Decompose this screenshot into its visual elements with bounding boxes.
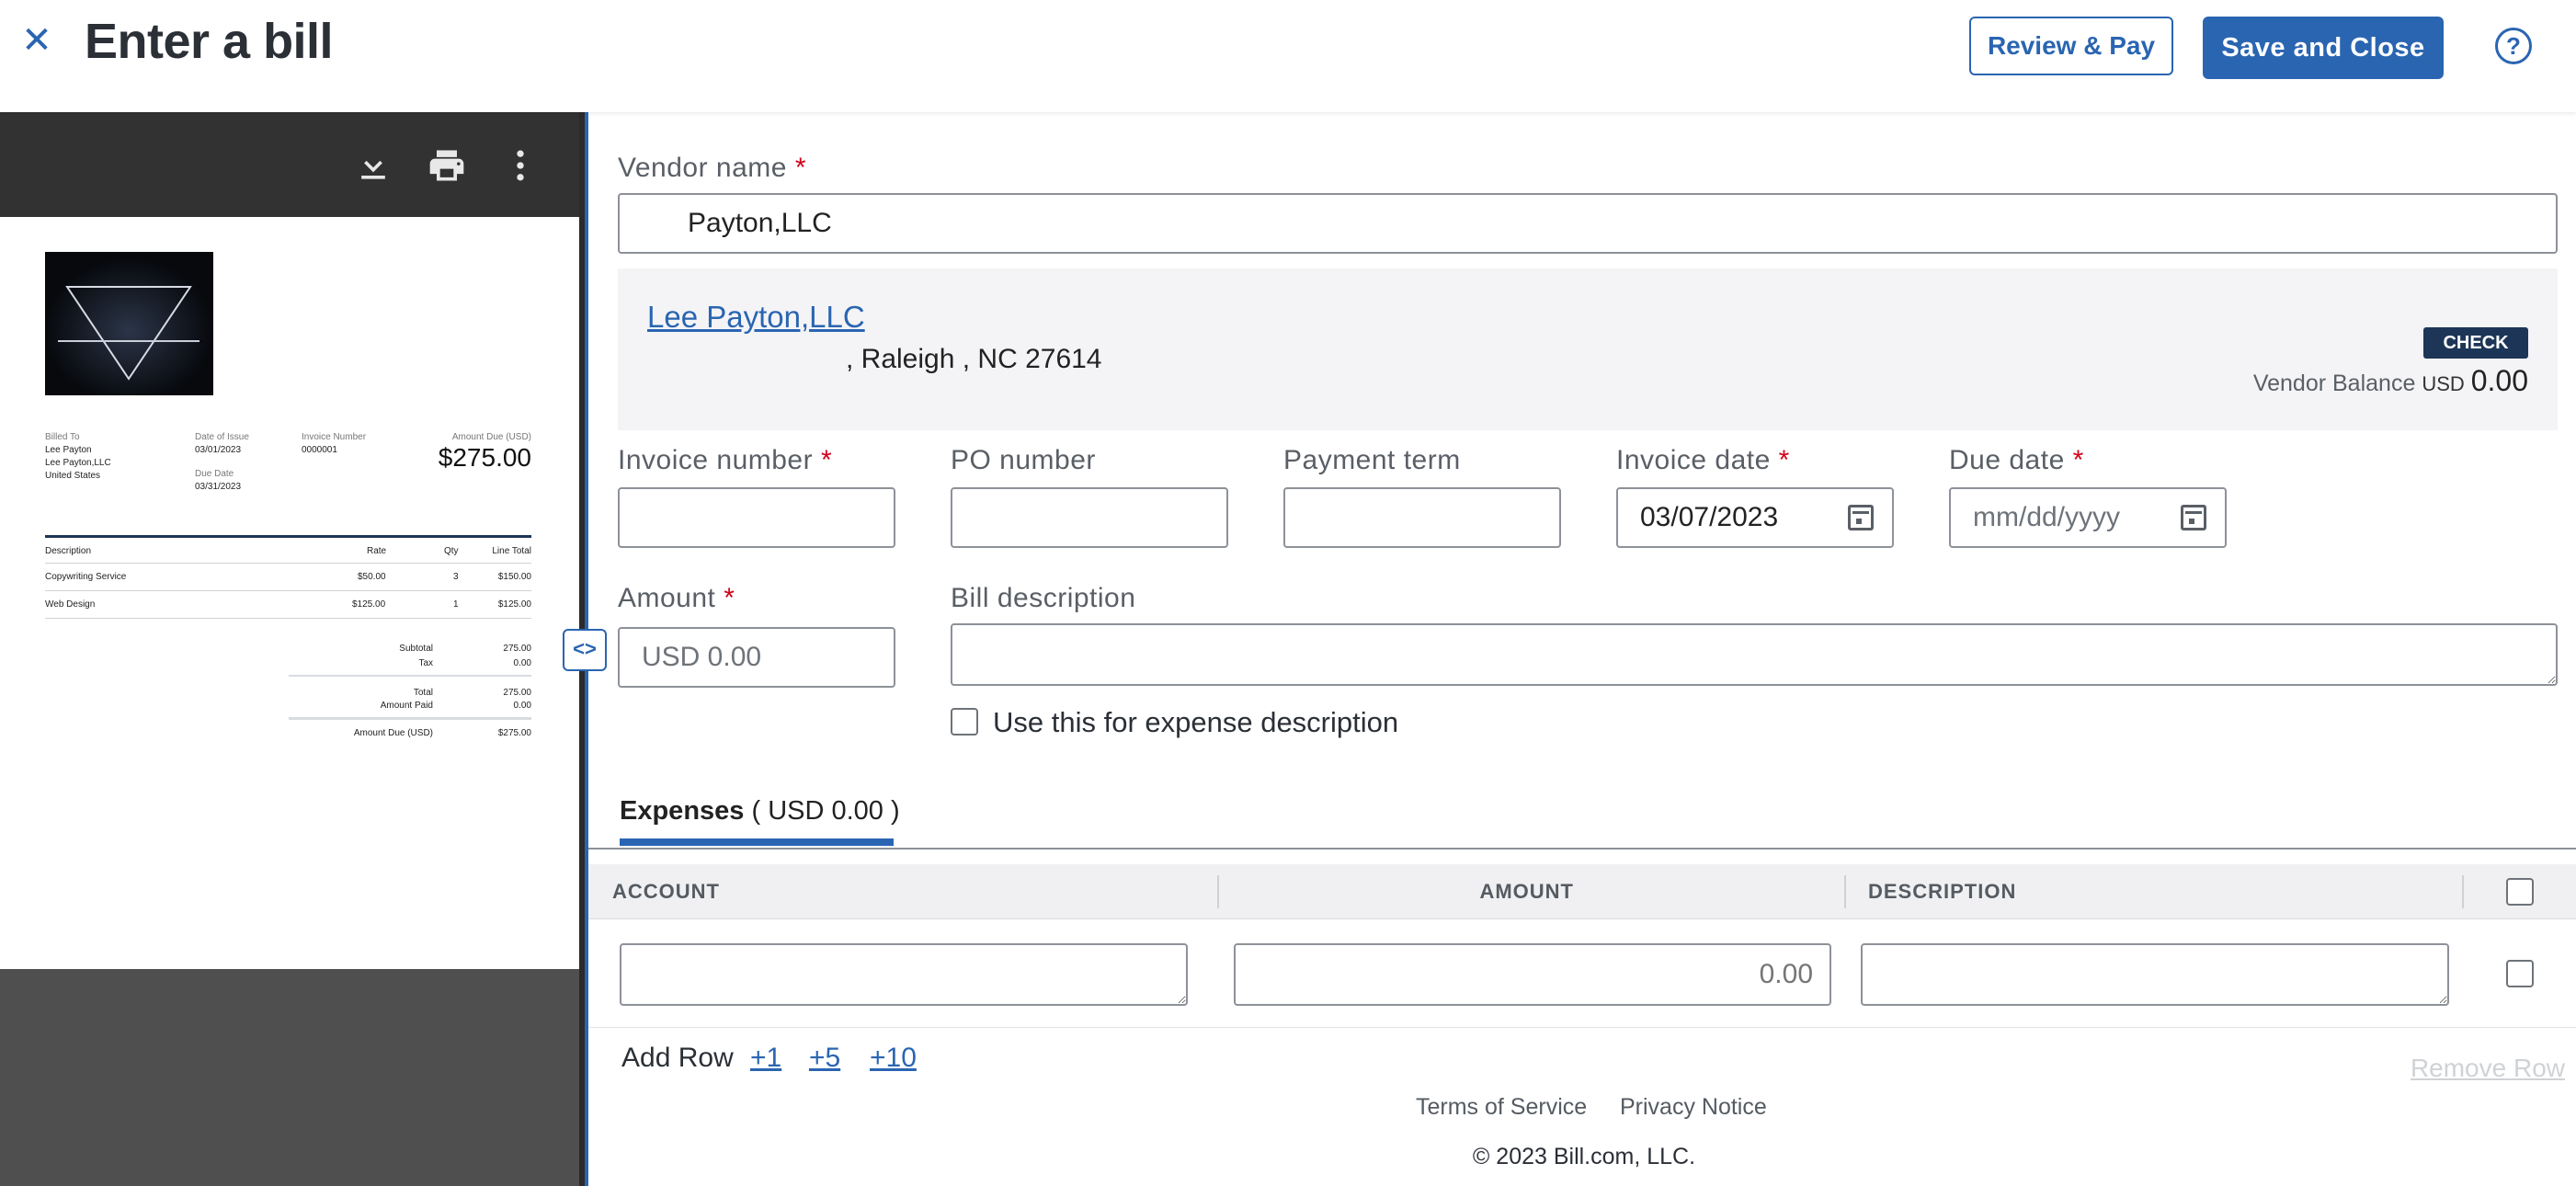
add-5-rows-link[interactable]: +5 — [809, 1043, 840, 1074]
column-description: DESCRIPTION — [1868, 880, 2017, 903]
use-for-expense-label: Use this for expense description — [993, 706, 1399, 738]
calendar-icon[interactable] — [1848, 505, 1874, 530]
close-icon[interactable]: ✕ — [17, 20, 57, 61]
date-of-issue: 03/01/2023 — [195, 445, 242, 455]
expenses-table-header: ACCOUNT AMOUNT DESCRIPTION — [588, 864, 2576, 919]
review-pay-button[interactable]: Review & Pay — [1969, 17, 2173, 75]
copyright: © 2023 Bill.com, LLC. — [1472, 1144, 1696, 1169]
viewer-toolbar — [0, 112, 585, 217]
expense-description-input[interactable] — [1861, 943, 2449, 1006]
invoice-number-label: Invoice Number — [302, 432, 367, 442]
remove-row-link[interactable]: Remove Row — [2411, 1054, 2565, 1083]
more-options-icon[interactable] — [500, 145, 541, 186]
calendar-icon[interactable] — [2181, 505, 2206, 530]
billed-to-line: United States — [45, 471, 101, 481]
billed-to-line: Lee Payton — [45, 445, 92, 455]
help-icon[interactable]: ? — [2495, 28, 2532, 64]
billed-to-line: Lee Payton,LLC — [45, 458, 111, 468]
due-date-label: Due Date — [195, 469, 234, 479]
vendor-card: Lee Payton,LLC , Raleigh , NC 27614 CHEC… — [618, 268, 2558, 430]
use-for-expense-checkbox[interactable] — [951, 708, 978, 736]
terms-of-service-link[interactable]: Terms of Service — [1416, 1094, 1587, 1121]
bill-form: Vendor name * Lee Payton,LLC , Raleigh ,… — [585, 112, 2576, 1186]
column-amount: AMOUNT — [1479, 880, 1574, 903]
account-input[interactable] — [620, 943, 1188, 1006]
page-title: Enter a bill — [85, 14, 334, 69]
invoice-number-input[interactable] — [618, 487, 895, 548]
due-date: 03/31/2023 — [195, 482, 242, 492]
vendor-name-label: Vendor name * — [618, 153, 806, 183]
amount-label: Amount * — [618, 583, 735, 613]
invoice-number: 0000001 — [302, 445, 337, 455]
bill-description-label: Bill description — [951, 583, 1136, 613]
save-and-close-button[interactable]: Save and Close — [2203, 17, 2444, 79]
select-all-checkbox[interactable] — [2506, 878, 2534, 906]
date-of-issue-label: Date of Issue — [195, 432, 249, 442]
page-header: ✕ Enter a bill Review & Pay Save and Clo… — [0, 0, 2576, 112]
bill-description-input[interactable] — [951, 623, 2558, 686]
company-logo — [45, 252, 213, 395]
add-10-rows-link[interactable]: +10 — [870, 1043, 917, 1074]
download-icon[interactable] — [353, 145, 393, 186]
payment-term-input[interactable] — [1283, 487, 1561, 548]
amount-input[interactable] — [618, 627, 895, 688]
po-number-label: PO number — [951, 445, 1096, 475]
print-icon[interactable] — [427, 145, 467, 186]
vendor-address: , Raleigh , NC 27614 — [846, 344, 1102, 374]
amount-due-value: $275.00 — [438, 443, 531, 472]
amount-due-label: Amount Due (USD) — [451, 432, 531, 442]
row-select-checkbox[interactable] — [2506, 960, 2534, 987]
billed-to-label: Billed To — [45, 432, 80, 442]
expense-amount-input[interactable] — [1234, 943, 1831, 1006]
split-resize-handle[interactable]: <> — [563, 629, 607, 671]
add-1-row-link[interactable]: +1 — [750, 1043, 781, 1074]
tab-expenses[interactable]: Expenses ( USD 0.00 ) — [620, 796, 900, 844]
document-viewer: Billed To Lee Payton Lee Payton,LLC Unit… — [0, 112, 585, 1186]
vendor-balance: Vendor Balance USD 0.00 — [2252, 364, 2528, 397]
payment-term-label: Payment term — [1283, 445, 1461, 475]
payment-method-badge: CHECK — [2423, 327, 2528, 359]
active-tab-indicator — [620, 838, 894, 846]
invoice-preview: Billed To Lee Payton Lee Payton,LLC Unit… — [0, 217, 579, 969]
add-row-label: Add Row — [621, 1043, 734, 1073]
invoice-divider — [45, 535, 531, 538]
due-date-label: Due date * — [1949, 445, 2084, 475]
table-row — [588, 919, 2576, 1028]
vendor-name-input[interactable] — [618, 193, 2558, 254]
privacy-notice-link[interactable]: Privacy Notice — [1620, 1094, 1767, 1121]
invoice-number-label: Invoice number * — [618, 445, 833, 475]
vendor-name-link[interactable]: Lee Payton,LLC — [647, 300, 865, 335]
invoice-date-label: Invoice date * — [1616, 445, 1790, 475]
po-number-input[interactable] — [951, 487, 1228, 548]
column-account: ACCOUNT — [612, 880, 720, 903]
